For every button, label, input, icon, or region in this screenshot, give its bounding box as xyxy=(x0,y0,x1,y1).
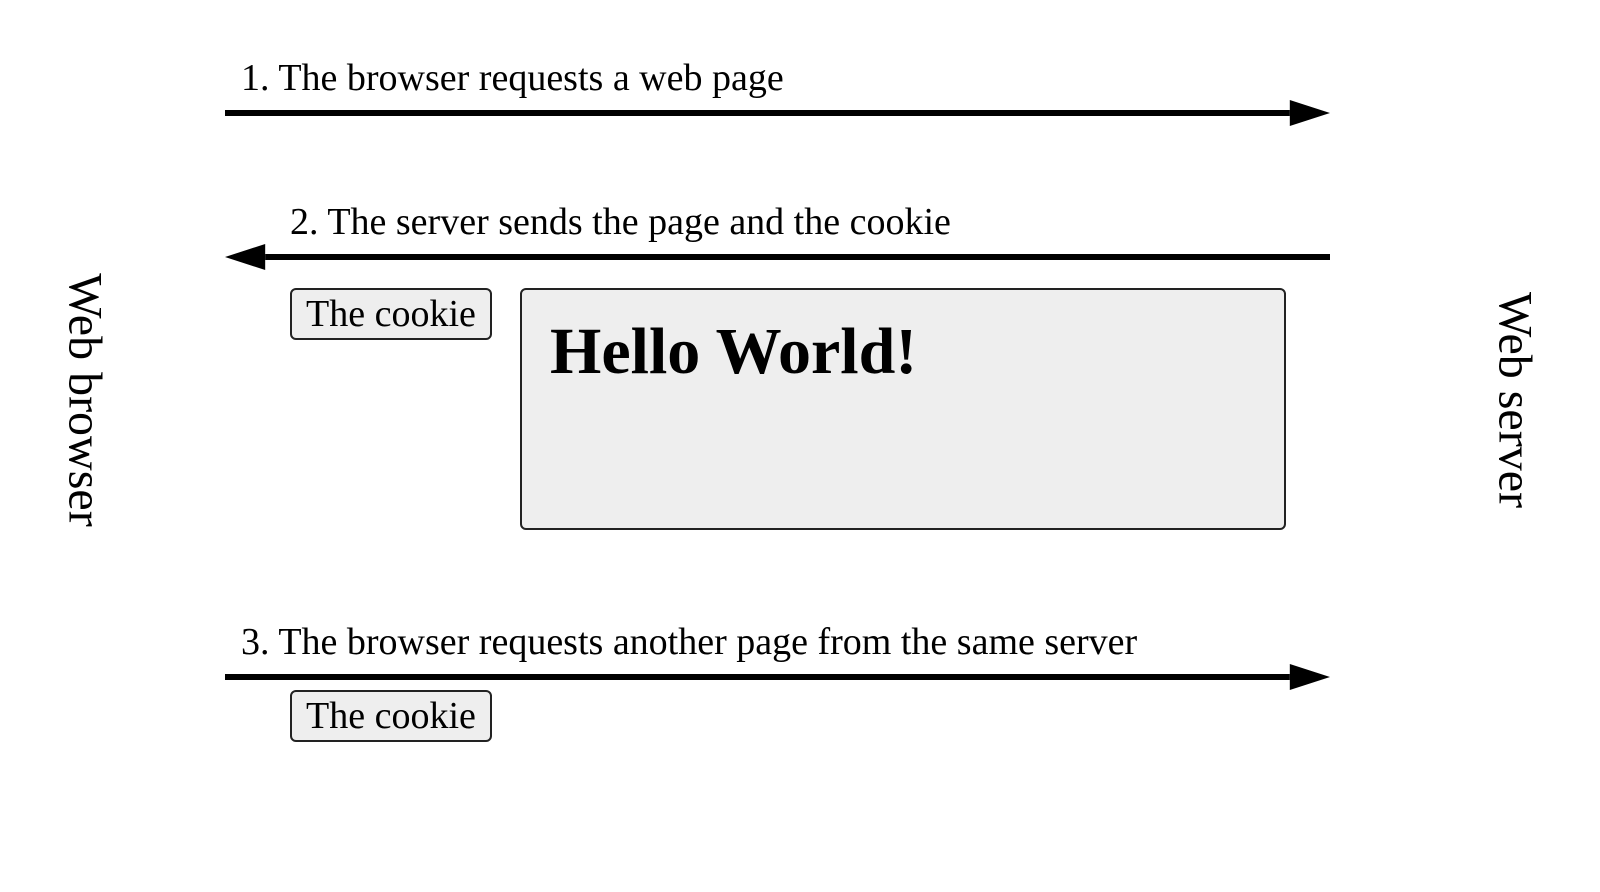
step-3-arrow: 3. The browser requests another page fro… xyxy=(225,620,1330,692)
step-2-arrow: 2. The server sends the page and the coo… xyxy=(225,200,1330,272)
cookie-box-1: The cookie xyxy=(290,288,492,340)
step-1-arrow: 1. The browser requests a web page xyxy=(225,56,1330,128)
arrow-right-icon xyxy=(225,98,1330,128)
arrow-left-icon xyxy=(225,242,1330,272)
cookie-box-2: The cookie xyxy=(290,690,492,742)
step-3-label: 3. The browser requests another page fro… xyxy=(225,620,1330,664)
step-2-label: 2. The server sends the page and the coo… xyxy=(225,200,1330,244)
page-content-text: Hello World! xyxy=(550,314,1256,390)
web-browser-label: Web browser xyxy=(58,273,113,526)
page-box: Hello World! xyxy=(520,288,1286,530)
step-1-label: 1. The browser requests a web page xyxy=(225,56,1330,100)
arrow-right-icon xyxy=(225,662,1330,692)
web-server-label: Web server xyxy=(1488,292,1543,508)
